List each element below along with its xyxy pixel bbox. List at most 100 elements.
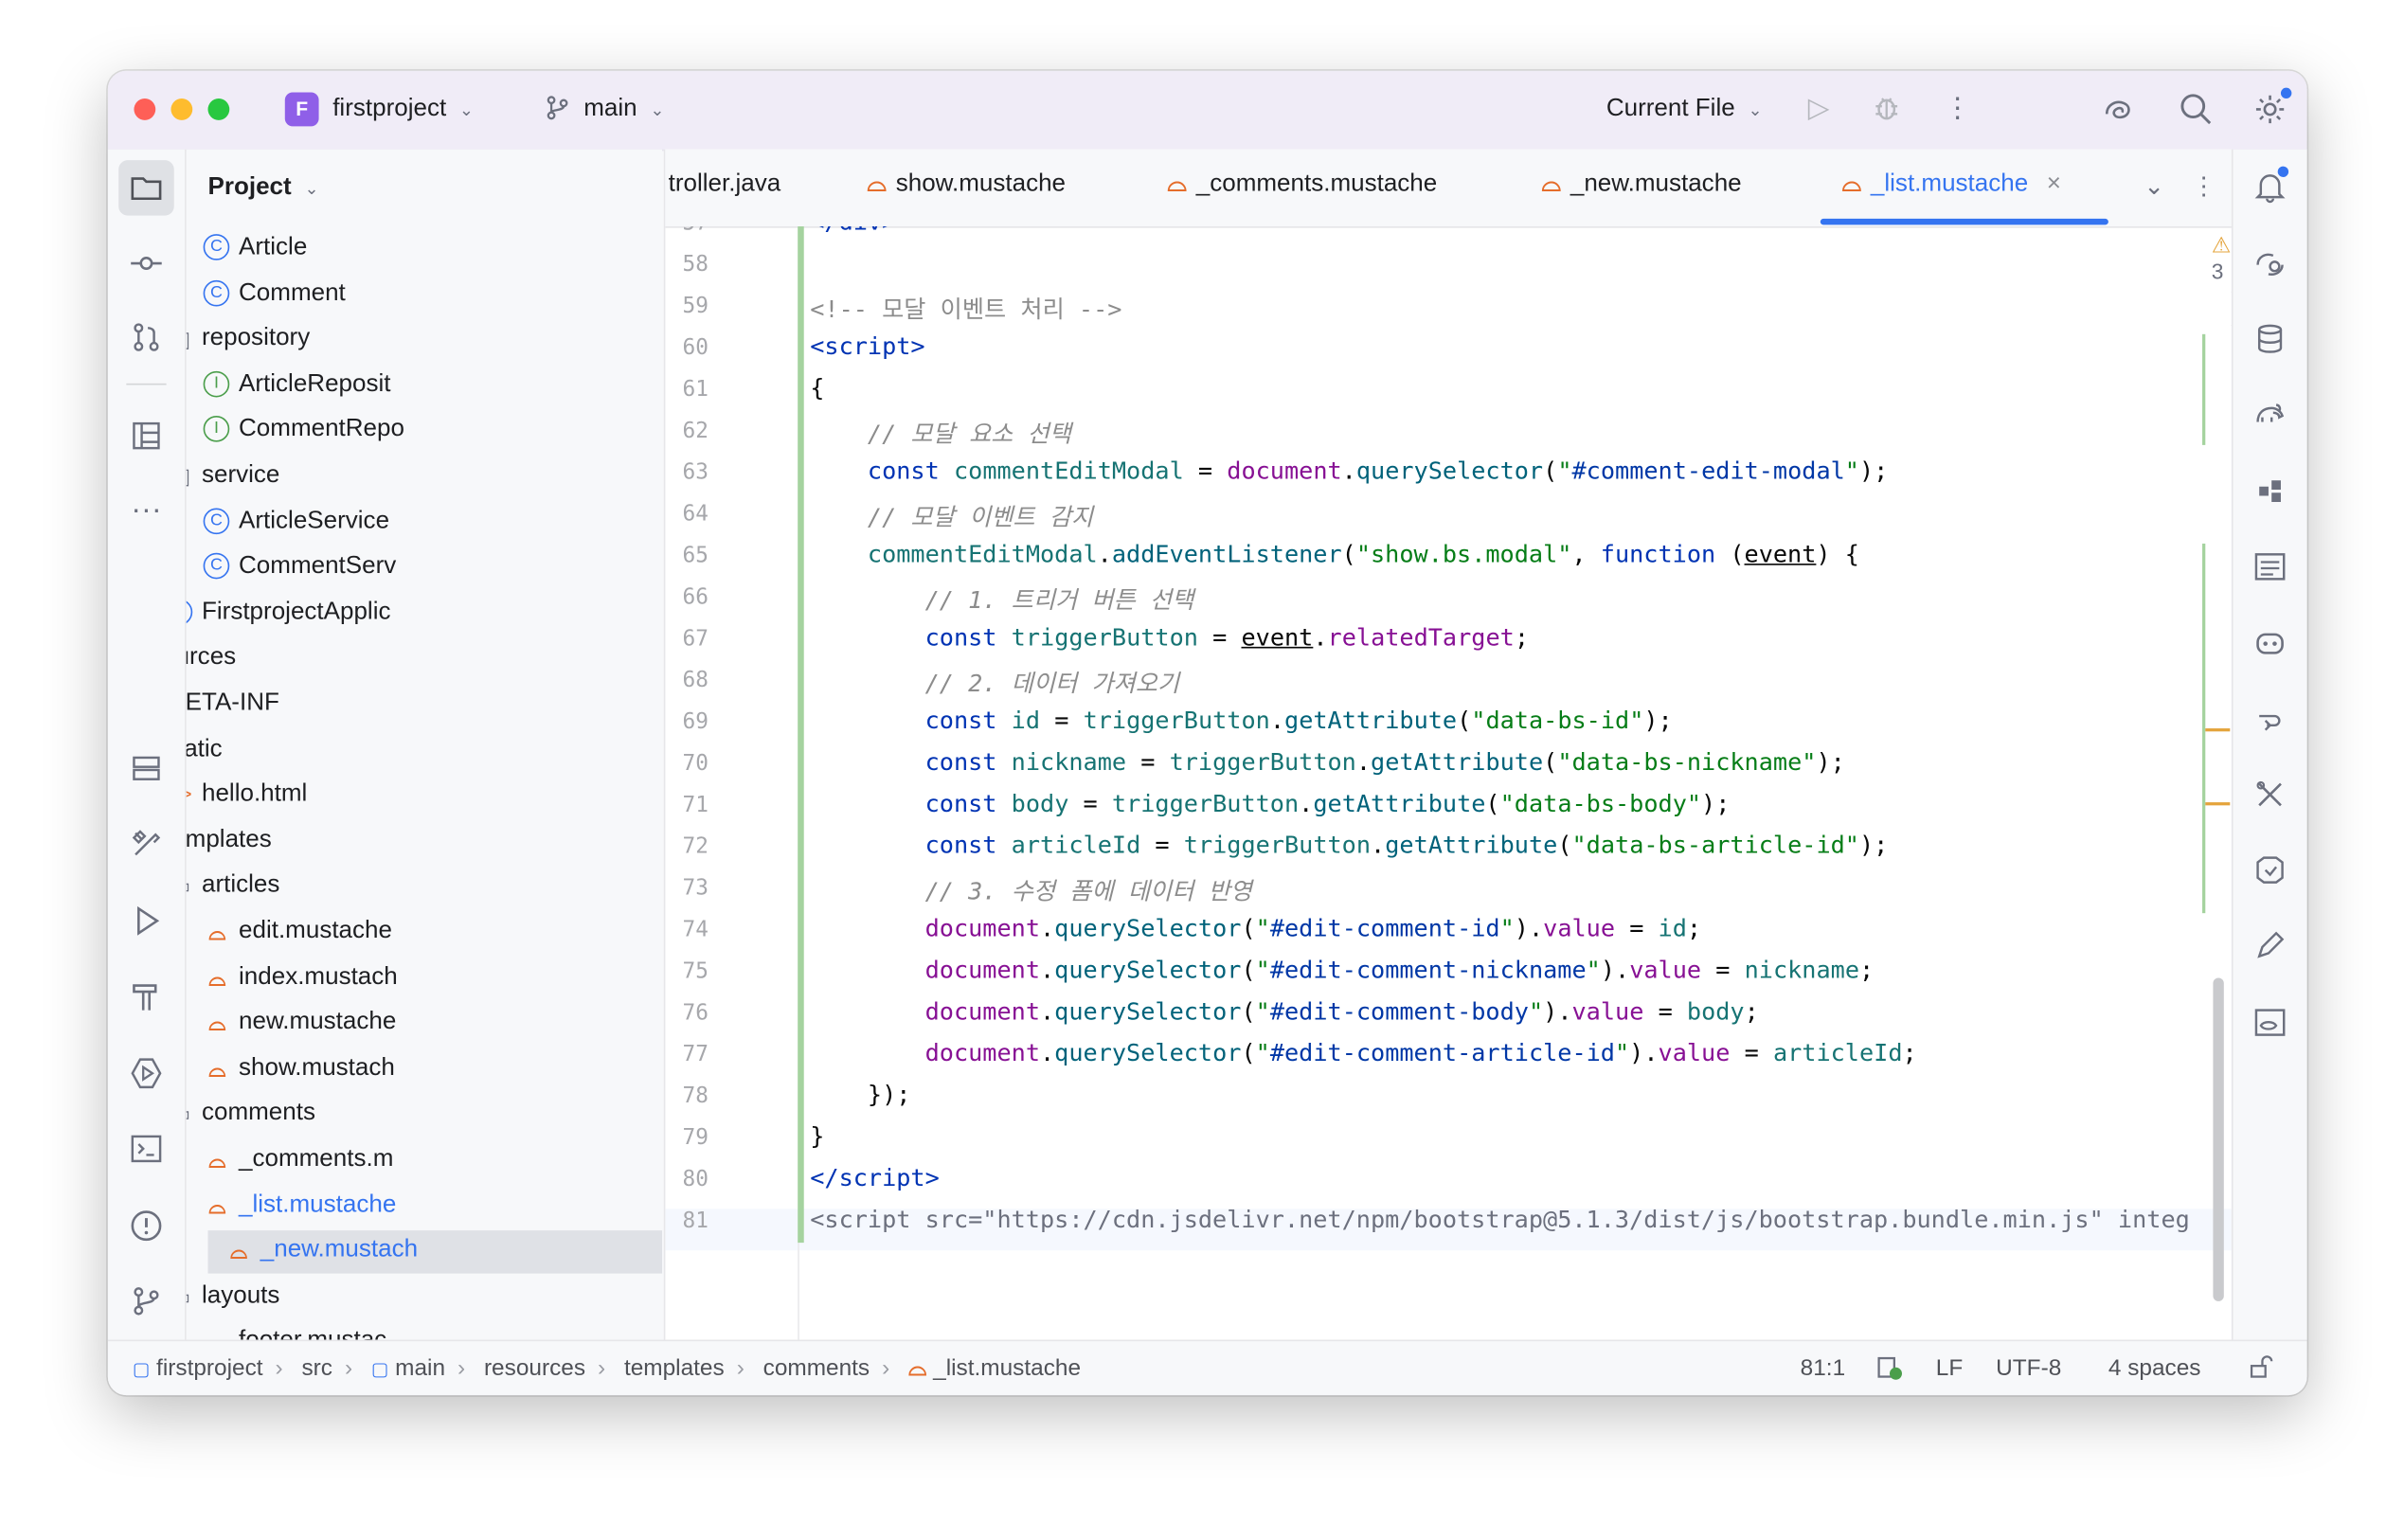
git-icon[interactable] [128,1284,165,1321]
chevron-down-icon[interactable]: ⌄ [2144,170,2164,202]
pull-requests-icon[interactable] [128,320,165,357]
services-run-icon[interactable] [128,1056,165,1093]
breadcrumb-item[interactable]: comments [763,1355,870,1382]
file-encoding[interactable]: UTF-8 [1996,1355,2061,1382]
more-horizontal-icon[interactable]: ··· [128,492,165,528]
tree-item[interactable]: ⌓ _list.mustache [187,1185,662,1228]
project-badge[interactable]: F [284,92,319,127]
tree-item[interactable]: C Comment [187,274,662,317]
debug-icon[interactable] [1871,93,1902,132]
commit-icon[interactable] [128,246,165,283]
breadcrumb-item[interactable]: templates [624,1355,725,1382]
breadcrumb-item[interactable]: main [395,1355,445,1382]
tab-comments-mustache[interactable]: ⌓ _comments.mustache [1167,170,1437,198]
minimize-window-button[interactable] [170,98,193,120]
project-folder-icon[interactable] [118,160,174,216]
tree-item[interactable]: ›▭META-INF [187,684,662,727]
vcs-status-icon[interactable] [1875,1355,1903,1389]
tree-item[interactable]: ⌄▣repository [187,319,662,363]
gradle-elephant-icon[interactable] [2252,397,2288,434]
tree-item[interactable]: ⌓ _comments.m [187,1139,662,1183]
run-config-selector[interactable]: Current File ⌄ [1606,96,1763,123]
tab-label: show.mustache [895,170,1067,198]
tree-item[interactable]: ⌄▣service [187,456,662,499]
tree-item[interactable]: <>hello.html [187,775,662,818]
line-number: 58 [682,252,709,278]
vertical-scrollbar[interactable] [2213,977,2224,1301]
endpoints-icon[interactable] [2252,702,2288,739]
build-hammer-icon[interactable] [128,979,165,1016]
breadcrumb-item[interactable]: firstproject [156,1355,262,1382]
plugin-icon[interactable] [2252,475,2288,511]
tree-item[interactable]: ⌄▭layouts [187,1277,662,1320]
branch-switcher[interactable]: main ⌄ [583,96,664,123]
terminal-icon[interactable] [128,1132,165,1169]
problems-icon[interactable] [128,1209,165,1245]
search-icon[interactable] [2180,93,2214,134]
more-vertical-icon[interactable]: ⋮ [1944,93,1971,125]
tab-show-mustache[interactable]: ⌓ show.mustache [867,170,1066,198]
update-dot-icon [2280,87,2292,99]
project-name: firstproject [332,95,447,122]
indent-setting[interactable]: 4 spaces [2108,1355,2201,1382]
tree-item[interactable]: ⌄▭static [187,729,662,773]
markdown-preview-icon[interactable] [2252,549,2288,586]
line-number: 68 [682,668,709,693]
database-icon[interactable] [2252,322,2288,359]
caret-position[interactable]: 81:1 [1801,1355,1845,1382]
tab-new-mustache[interactable]: ⌓ _new.mustache [1542,170,1742,198]
code-line-74: document.querySelector("#edit-comment-id… [924,914,1702,943]
tree-item[interactable]: ⌓ edit.mustache [187,912,662,956]
build-tools-icon[interactable] [128,827,165,864]
code-area[interactable]: 57 58 59 60 61 62 63 64 65 66 67 68 69 70 71 72 73 74 75 76… [665,226,2232,1340]
structure-icon[interactable] [128,419,165,456]
notifications-bell-icon[interactable] [2252,166,2289,206]
tree-item[interactable]: C Article [187,228,662,272]
settings-gear-icon[interactable] [2253,87,2292,134]
inspection-widget[interactable]: ⚠ 3 ⌃ ⌄ [2212,233,2232,336]
tree-item[interactable]: C FirstprojectApplic [186,593,662,636]
tree-item[interactable]: ⌄▭articles [187,866,662,909]
maximize-window-button[interactable] [207,98,230,120]
ai-assistant-icon[interactable] [2101,93,2135,134]
breadcrumb-item[interactable]: _list.mustache [933,1355,1081,1382]
line-separator[interactable]: LF [1936,1355,1963,1382]
project-panel-header[interactable]: Project ⌄ [207,174,318,202]
tree-item[interactable]: ⌓ new.mustache [187,1003,662,1047]
preview-eye-icon[interactable] [2252,1006,2288,1043]
breadcrumb-item[interactable]: src [301,1355,332,1382]
line-number: 70 [682,751,709,777]
tree-item[interactable]: I ArticleReposit [187,365,662,408]
copilot-icon[interactable] [2252,625,2288,662]
close-tab-icon[interactable]: × [2047,170,2061,197]
tree-item[interactable]: ⌄▭comments [187,1094,662,1137]
tree-item[interactable]: C ArticleService [187,501,662,545]
ai-chat-icon[interactable] [2252,246,2288,283]
more-vertical-icon[interactable]: ⋮ [2192,170,2216,202]
tree-item[interactable]: ⌄▭templates [187,820,662,864]
tree-item[interactable]: ⌓ index.mustach [187,958,662,1001]
breadcrumb-item[interactable]: resources [484,1355,585,1382]
chevron-down-icon: ⌄ [304,180,319,199]
tab-controller-java[interactable]: troller.java [669,170,781,198]
coverage-icon[interactable] [2252,853,2288,890]
tree-item[interactable]: ⌓ show.mustach [187,1048,662,1092]
edit-pencil-icon[interactable] [2252,928,2288,965]
lock-icon[interactable] [2249,1355,2273,1387]
tab-list-mustache[interactable]: ⌓ _list.mustache × [1842,170,2061,198]
run-config-label: Current File [1606,95,1735,122]
tree-item[interactable]: I CommentRepo [187,410,662,454]
tree-item[interactable]: ⌓ _new.mustach [207,1230,663,1274]
run-panel-icon[interactable] [128,904,165,940]
project-switcher[interactable]: firstproject ⌄ [332,96,474,123]
mustache-icon: ⌓ [208,1010,226,1035]
services-icon[interactable] [128,751,165,788]
tools-cross-icon[interactable] [2252,778,2288,815]
tree-item[interactable]: C CommentServ [187,546,662,590]
tree-item[interactable]: ⌄▭resources [187,638,662,682]
run-icon[interactable]: ▷ [1808,93,1830,125]
line-number: 64 [682,502,709,528]
close-window-button[interactable] [134,98,156,120]
tree-item[interactable]: ⌓ footer.mustac [187,1322,662,1339]
tree-item-label: FirstprojectApplic [201,599,391,625]
